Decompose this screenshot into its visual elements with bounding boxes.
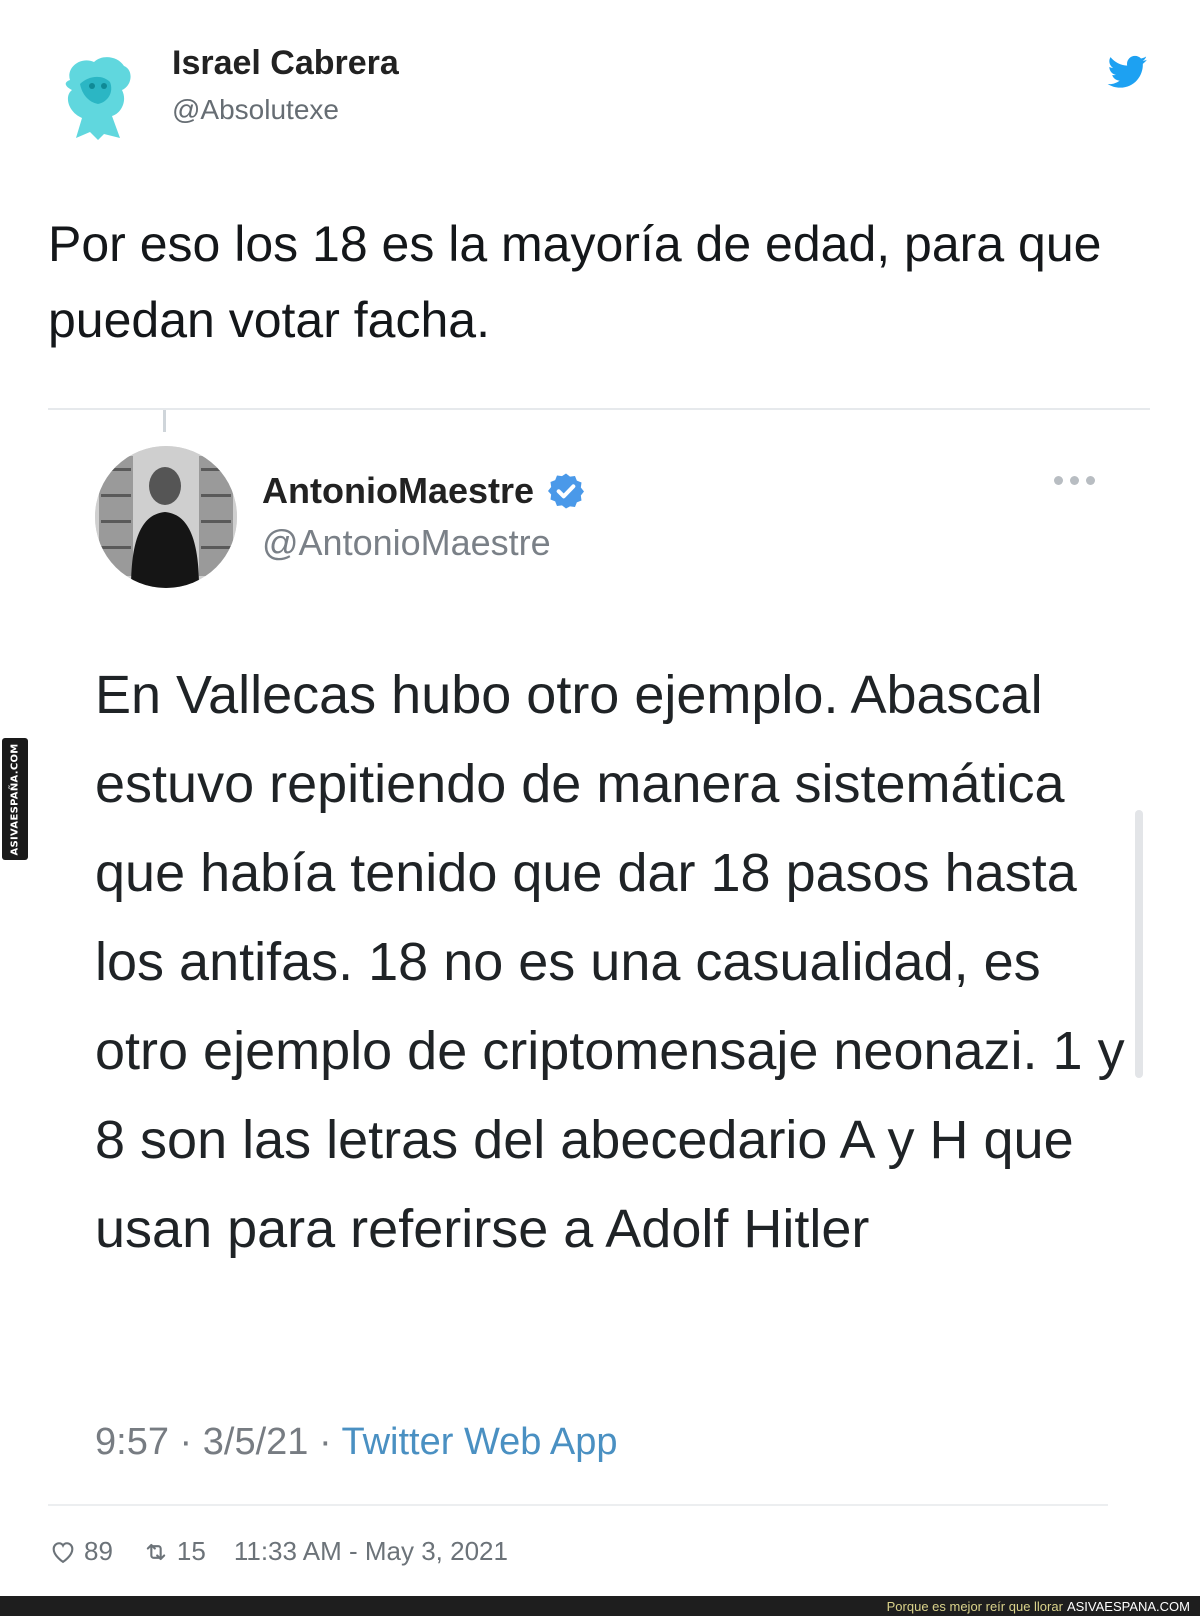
quoted-tweet-meta: 9:57 · 3/5/21 · Twitter Web App: [95, 1421, 617, 1464]
quoted-author-name[interactable]: AntonioMaestre: [262, 470, 534, 512]
quoted-tweet-text: En Vallecas hubo otro ejemplo. Abascal e…: [95, 665, 1125, 1259]
twitter-bird-icon[interactable]: [1106, 52, 1150, 92]
more-options-icon[interactable]: [1054, 476, 1095, 485]
side-watermark: ASIVAESPAÑA.COM: [2, 738, 28, 860]
quoted-time: 9:57: [95, 1421, 169, 1463]
tweet-stats: 89 15 11:33 AM - May 3, 2021: [48, 1536, 508, 1567]
reply-connector-line: [163, 410, 166, 432]
retweet-icon: [146, 1543, 166, 1560]
quoted-avatar[interactable]: [95, 446, 237, 588]
retweet-stat[interactable]: 15: [141, 1536, 206, 1567]
quote-divider: [48, 408, 1150, 410]
footer-watermark: Porque es mejor reír que llorar ASIVAESP…: [0, 1596, 1200, 1616]
quoted-source-link[interactable]: Twitter Web App: [342, 1421, 618, 1463]
retweet-count: 15: [176, 1536, 206, 1566]
quoted-date[interactable]: 3/5/21: [203, 1421, 309, 1463]
verified-badge-icon: [548, 473, 585, 509]
outer-avatar[interactable]: [58, 50, 138, 144]
outer-timestamp[interactable]: 11:33 AM - May 3, 2021: [234, 1536, 508, 1567]
outer-author-handle[interactable]: @Absolutexe: [172, 94, 339, 126]
scrollbar[interactable]: [1135, 810, 1143, 1078]
outer-tweet-text: Por eso los 18 es la mayoría de edad, pa…: [48, 216, 1102, 348]
side-watermark-text: ASIVAESPAÑA.COM: [9, 742, 21, 856]
footer-tagline: Porque es mejor reír que llorar: [886, 1598, 1063, 1614]
like-stat[interactable]: 89: [48, 1536, 113, 1567]
quoted-author-handle[interactable]: @AntonioMaestre: [262, 522, 551, 564]
footer-site[interactable]: ASIVAESPANA.COM: [1067, 1599, 1190, 1614]
like-count: 89: [84, 1536, 113, 1566]
stats-divider: [48, 1504, 1108, 1506]
outer-author-name[interactable]: Israel Cabrera: [172, 44, 399, 83]
heart-icon: [52, 1541, 74, 1563]
quoted-author-name-row[interactable]: AntonioMaestre: [262, 470, 586, 512]
meta-separator: ·: [179, 1421, 193, 1463]
meta-separator: ·: [318, 1421, 332, 1463]
